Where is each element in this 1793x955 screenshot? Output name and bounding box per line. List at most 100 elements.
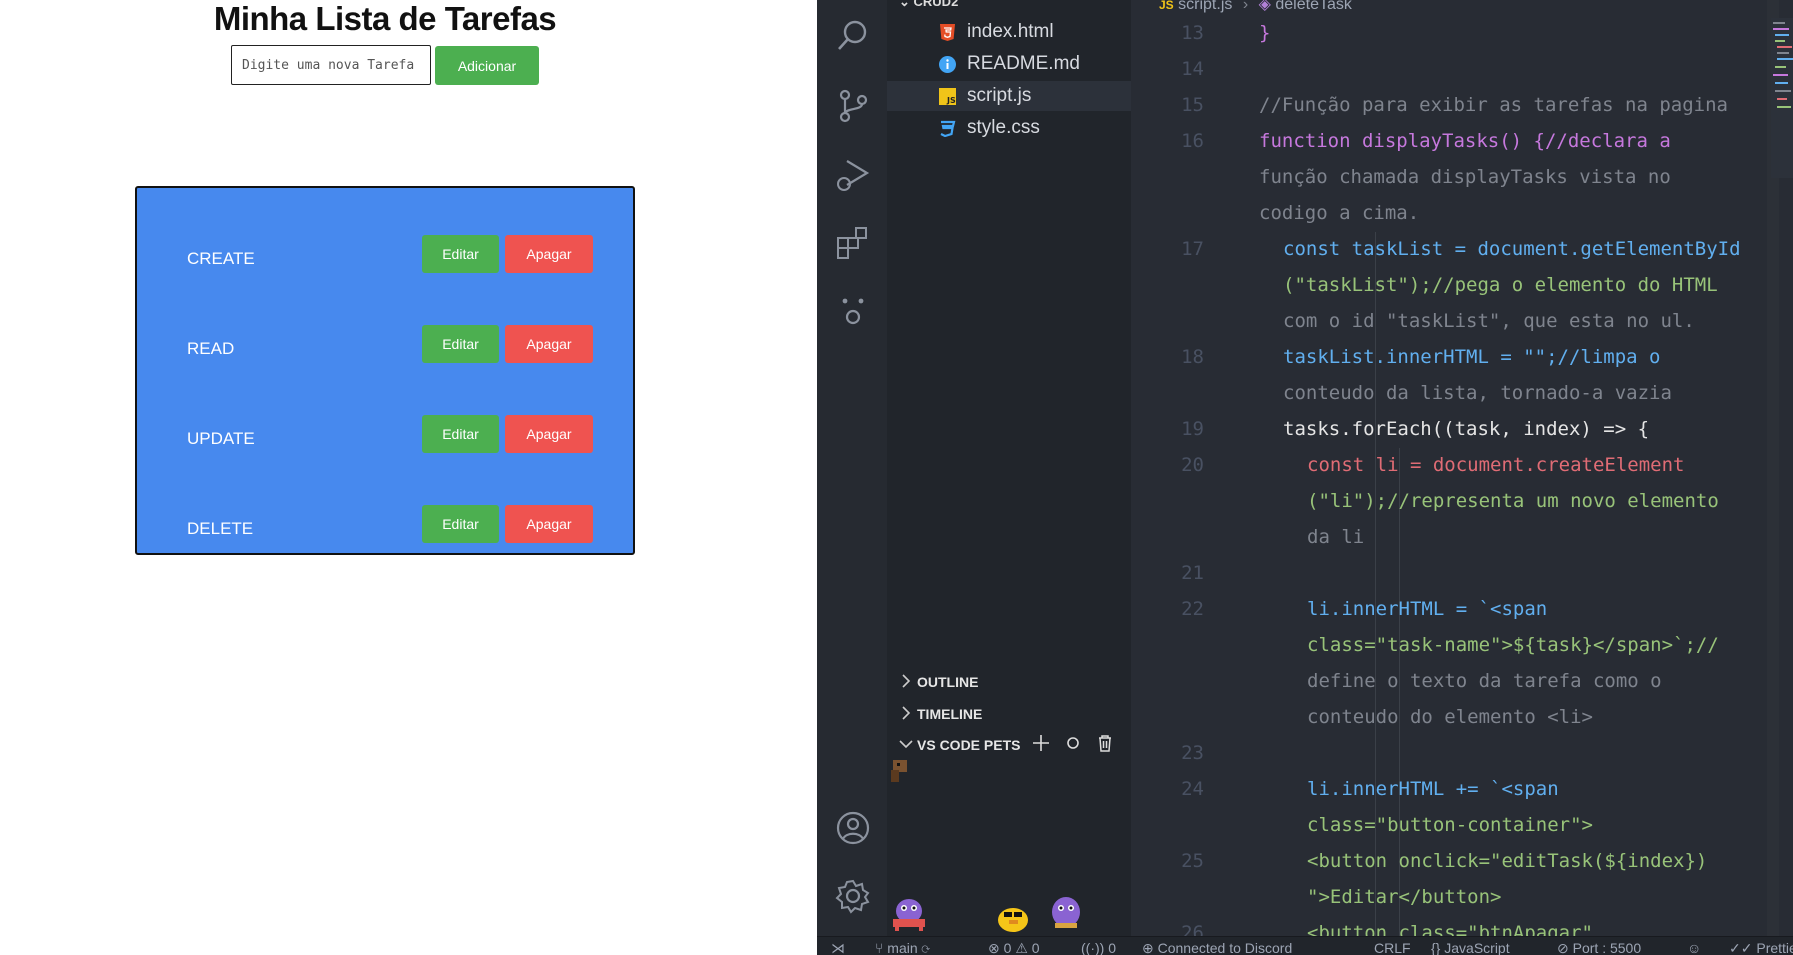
html5-icon <box>940 24 955 41</box>
section-label: OUTLINE <box>917 674 979 690</box>
edit-task-button[interactable]: Editar <box>422 415 499 453</box>
code-line: class="task-name">${task}</span>`;// <box>1307 634 1719 656</box>
prettier-status[interactable]: ✓✓ Prettier <box>1729 940 1793 955</box>
vscode-pets-section[interactable]: VS CODE PETS <box>887 731 1131 759</box>
code-line: tasks.forEach((task, index) => { <box>1283 418 1650 440</box>
code-line: da li <box>1307 526 1365 548</box>
task-item: READ Editar Apagar <box>137 325 633 369</box>
css-icon <box>940 120 956 137</box>
js-icon: JS <box>939 88 956 105</box>
section-label: VS CODE PETS <box>917 737 1021 753</box>
code-line: define o texto da tarefa como o <box>1307 670 1662 692</box>
prettier-label: Prettier <box>1756 940 1793 955</box>
page-title: Minha Lista de Tarefas <box>213 0 557 37</box>
discord-status[interactable]: ⊕ Connected to Discord <box>1142 940 1292 955</box>
explorer-folder-header[interactable]: ⌄ CRUD2 <box>899 0 958 10</box>
file-name: index.html <box>967 21 1054 42</box>
delete-task-button[interactable]: Apagar <box>505 415 593 453</box>
todo-app-page: Minha Lista de Tarefas Adicionar CREATE … <box>0 0 817 955</box>
task-name: CREATE <box>187 249 255 268</box>
line-number: 16 <box>1181 130 1204 152</box>
code-line: ("li");//representa um novo elemento <box>1307 490 1719 512</box>
code-line: codigo a cima. <box>1259 202 1420 224</box>
code-line: } <box>1259 22 1271 44</box>
pet-crab-icon <box>893 899 925 931</box>
minimap[interactable] <box>1771 18 1793 178</box>
explorer-sidebar: ⌄ CRUD2 index.html README.md JS script.j <box>887 0 1131 936</box>
code-line: ">Editar</button> <box>1307 886 1502 908</box>
code-line: ("taskList");//pega o elemento do HTML <box>1283 274 1718 296</box>
add-task-button[interactable]: Adicionar <box>435 46 539 85</box>
edit-task-button[interactable]: Editar <box>422 505 499 543</box>
trash-icon[interactable] <box>1095 733 1115 753</box>
status-bar: ⋊ ⑂ main ⟳ ⊗ 0 ⚠ 0 ((·)) 0 ⊕ Connected t… <box>817 936 1793 955</box>
code-line: conteudo da lista, tornado-a vazia <box>1283 382 1672 404</box>
source-control-icon[interactable] <box>835 88 871 124</box>
git-branch[interactable]: ⑂ main ⟳ <box>875 940 930 955</box>
line-number: 26 <box>1181 922 1204 936</box>
code-line: <button onclick="editTask(${index}) <box>1307 850 1708 872</box>
line-number: 17 <box>1181 238 1204 260</box>
task-name: UPDATE <box>187 429 255 448</box>
code-area[interactable]: 13 14 15 16 17 18 19 20 21 22 23 24 25 2… <box>1131 0 1771 936</box>
extensions-icon[interactable] <box>835 226 871 262</box>
live-server-port[interactable]: ⊘ Port : 5500 <box>1557 940 1641 955</box>
code-line: taskList.innerHTML = "";//limpa o <box>1283 346 1661 368</box>
pet-dog-icon <box>891 760 907 782</box>
line-number: 18 <box>1181 346 1204 368</box>
check-double-icon: ✓✓ <box>1729 940 1757 955</box>
line-number: 24 <box>1181 778 1204 800</box>
broadcast-icon: ((·)) <box>1081 940 1109 955</box>
line-number: 15 <box>1181 94 1204 116</box>
search-icon[interactable] <box>835 18 871 54</box>
explorer-file-item[interactable]: style.css <box>887 113 1131 143</box>
problems-indicator[interactable]: ⊗ 0 ⚠ 0 <box>988 940 1040 955</box>
line-number: 13 <box>1181 22 1204 44</box>
explorer-file-item[interactable]: README.md <box>887 49 1131 79</box>
ports-indicator[interactable]: ((·)) 0 <box>1081 940 1116 955</box>
delete-task-button[interactable]: Apagar <box>505 325 593 363</box>
remote-icon[interactable]: ⋊ <box>831 940 845 955</box>
task-name: DELETE <box>187 519 254 538</box>
file-name: style.css <box>967 117 1040 138</box>
info-icon <box>939 56 956 73</box>
chevron-down-icon <box>899 740 913 749</box>
edit-task-button[interactable]: Editar <box>422 235 499 273</box>
task-item: UPDATE Editar Apagar <box>137 415 633 459</box>
file-name: README.md <box>967 53 1080 74</box>
account-icon[interactable] <box>835 810 871 846</box>
file-name: script.js <box>967 85 1032 106</box>
add-pet-icon[interactable] <box>1031 733 1051 753</box>
outline-section[interactable]: OUTLINE <box>887 668 1131 696</box>
explorer-file-item[interactable]: index.html <box>887 17 1131 47</box>
edit-task-button[interactable]: Editar <box>422 325 499 363</box>
new-task-input[interactable] <box>231 45 431 85</box>
run-debug-icon[interactable] <box>835 157 871 193</box>
explorer-file-item-active[interactable]: JS script.js <box>887 81 1131 111</box>
line-number: 21 <box>1181 562 1204 584</box>
task-list: CREATE Editar Apagar READ Editar Apagar … <box>135 186 635 555</box>
eol-indicator[interactable]: CRLF <box>1374 940 1411 955</box>
throw-ball-icon[interactable] <box>1063 733 1083 753</box>
svg-text:JS: JS <box>946 96 956 105</box>
code-line: const li = document.createElement <box>1307 454 1685 476</box>
code-line: conteudo do elemento <li> <box>1307 706 1593 728</box>
code-line: li.innerHTML += `<span <box>1307 778 1559 800</box>
copilot-icon[interactable]: ☺ <box>1687 940 1701 955</box>
delete-task-button[interactable]: Apagar <box>505 235 593 273</box>
port-label: Port : 5500 <box>1572 940 1642 955</box>
chevron-right-icon <box>902 706 911 720</box>
language-indicator[interactable]: {} JavaScript <box>1431 940 1510 955</box>
code-line: //Função para exibir as tarefas na pagin… <box>1259 94 1728 116</box>
pet-monster-icon <box>1052 897 1080 928</box>
task-item: DELETE Editar Apagar <box>137 505 633 549</box>
code-editor[interactable]: JS script.js › ◈ deleteTask 13 14 15 16 … <box>1131 0 1793 936</box>
vscode-window: ⌄ CRUD2 index.html README.md JS script.j <box>817 0 1793 955</box>
delete-task-button[interactable]: Apagar <box>505 505 593 543</box>
settings-gear-icon[interactable] <box>835 878 871 914</box>
warning-count: 0 <box>1031 940 1040 955</box>
timeline-section[interactable]: TIMELINE <box>887 700 1131 728</box>
code-line: li.innerHTML = `<span <box>1307 598 1548 620</box>
pets-face-icon[interactable] <box>835 293 871 329</box>
error-icon: ⊗ <box>988 940 1004 955</box>
